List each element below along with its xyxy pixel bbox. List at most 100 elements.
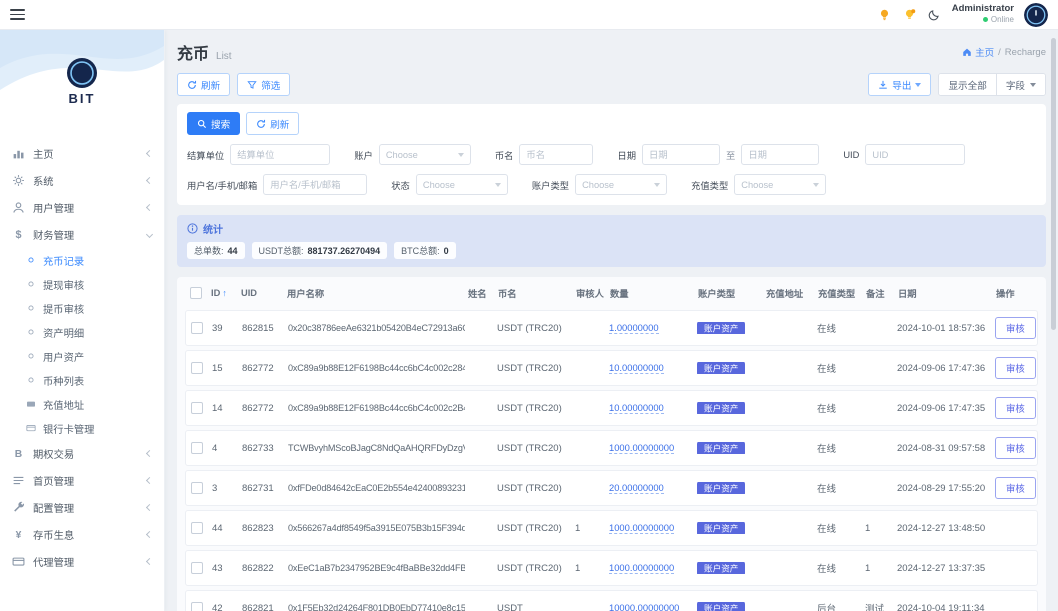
breadcrumb-current: Recharge xyxy=(1004,46,1046,58)
yen-icon: ¥ xyxy=(16,530,22,541)
account-select[interactable]: Choose xyxy=(378,144,471,165)
sidebar-item[interactable]: 用户管理 xyxy=(0,194,164,221)
sidebar-subitem[interactable]: 充值地址 xyxy=(0,392,164,416)
vertical-scrollbar[interactable] xyxy=(1051,38,1056,330)
sidebar-item-label: 系统 xyxy=(33,177,54,188)
cell-coin: USDT (TRC20) xyxy=(497,442,562,454)
sidebar: BIT 主页 系统 用户管理 $ 财务管理 充币记录 提现审核 提币审核 资产明细 用户资产 币种列… xyxy=(0,30,165,611)
sidebar-item[interactable]: 主页 xyxy=(0,140,164,167)
uid-input[interactable] xyxy=(865,144,966,165)
username-input[interactable] xyxy=(263,174,368,195)
sidebar-item[interactable]: 配置管理 xyxy=(0,494,164,521)
avatar[interactable] xyxy=(1024,2,1048,27)
sidebar-item-label: 存币生息 xyxy=(33,531,75,542)
column-header: UID xyxy=(241,287,258,298)
account-type-badge: 账户资产 xyxy=(697,522,746,534)
audit-button[interactable]: 审核 xyxy=(995,317,1036,339)
admin-menu[interactable]: Administrator Online xyxy=(952,4,1014,25)
cell-id: 39 xyxy=(212,322,223,334)
sidebar-subitem[interactable]: 提现审核 xyxy=(0,272,164,296)
sidebar-item[interactable]: 系统 xyxy=(0,167,164,194)
row-checkbox[interactable] xyxy=(191,362,203,374)
amount-link[interactable]: 10000.00000000 xyxy=(609,602,680,611)
account-type-badge: 账户资产 xyxy=(697,482,746,494)
cell-username: 0x20c38786eeAe6321b05420B4eC72913a6C8F7A… xyxy=(288,323,465,333)
account-type-select[interactable]: Choose xyxy=(575,174,668,195)
cell-remark: 测试 xyxy=(865,604,885,611)
breadcrumb-home-link[interactable]: 主页 xyxy=(962,45,994,59)
account-label: 账户 xyxy=(354,150,373,161)
sidebar-item[interactable]: $ 财务管理 xyxy=(0,221,164,248)
coin-input[interactable] xyxy=(519,144,594,165)
select-all-checkbox[interactable] xyxy=(190,286,202,299)
amount-link[interactable]: 1000.00000000 xyxy=(609,522,675,534)
lightbulb-icon[interactable] xyxy=(877,7,892,22)
cell-coin: USDT (TRC20) xyxy=(497,362,562,374)
dark-mode-moon-icon[interactable] xyxy=(927,7,942,22)
amount-link[interactable]: 10.00000000 xyxy=(609,362,664,374)
export-button[interactable]: 导出 xyxy=(868,73,932,96)
cell-coin: USDT (TRC20) xyxy=(497,402,562,414)
status-label: 状态 xyxy=(391,180,410,191)
cell-recharge-type: 在线 xyxy=(817,524,837,535)
audit-button[interactable]: 审核 xyxy=(995,477,1036,499)
amount-link[interactable]: 20.00000000 xyxy=(609,482,664,494)
date-from-input[interactable] xyxy=(642,144,721,165)
row-checkbox[interactable] xyxy=(191,522,203,534)
row-checkbox[interactable] xyxy=(191,322,203,334)
column-header[interactable]: ID ↑ xyxy=(211,288,239,298)
cell-id: 15 xyxy=(212,362,223,374)
fields-button[interactable]: 字段 xyxy=(995,74,1045,95)
search-icon xyxy=(197,119,207,128)
sidebar-subitem[interactable]: 提币审核 xyxy=(0,296,164,320)
status-select[interactable]: Choose xyxy=(415,174,508,195)
sidebar-subitem[interactable]: 资产明细 xyxy=(0,320,164,344)
menu-toggle-icon[interactable] xyxy=(10,9,25,20)
sidebar-item[interactable]: B 期权交易 xyxy=(0,440,164,467)
reset-button[interactable]: 刷新 xyxy=(246,112,300,135)
recharge-type-select[interactable]: Choose xyxy=(734,174,827,195)
search-button[interactable]: 搜索 xyxy=(187,112,241,135)
show-all-button[interactable]: 显示全部 xyxy=(939,74,996,95)
cell-remark: 1 xyxy=(865,562,871,574)
amount-link[interactable]: 1000.00000000 xyxy=(609,442,675,454)
table-row: 39 862815 0x20c38786eeAe6321b05420B4eC7291… xyxy=(185,310,1038,346)
column-header: 充值类型 xyxy=(818,288,856,299)
lightbulb-badge-icon[interactable] xyxy=(902,7,917,22)
amount-link[interactable]: 1.00000000 xyxy=(609,322,659,334)
search-panel: 搜索 刷新 结算单位 账户 Choose xyxy=(177,104,1046,205)
row-checkbox[interactable] xyxy=(191,402,203,414)
refresh-button[interactable]: 刷新 xyxy=(177,73,231,96)
chevron-icon xyxy=(145,476,154,485)
chevron-icon xyxy=(145,230,154,239)
sidebar-item[interactable]: 代理管理 xyxy=(0,548,164,575)
date-to-input[interactable] xyxy=(741,144,820,165)
cell-auditor: 1 xyxy=(575,522,581,534)
sidebar-subitem[interactable]: 币种列表 xyxy=(0,368,164,392)
home-icon xyxy=(963,48,971,56)
circle-icon xyxy=(28,257,34,263)
sidebar-subitem[interactable]: 充币记录 xyxy=(0,248,164,272)
sidebar-item[interactable]: 首页管理 xyxy=(0,467,164,494)
row-checkbox[interactable] xyxy=(191,562,203,574)
audit-button[interactable]: 审核 xyxy=(995,437,1036,459)
filter-button[interactable]: 筛选 xyxy=(237,73,291,96)
cell-recharge-type: 在线 xyxy=(817,364,837,375)
row-checkbox[interactable] xyxy=(191,482,203,494)
sidebar-subitem[interactable]: 银行卡管理 xyxy=(0,416,164,440)
row-checkbox[interactable] xyxy=(191,442,203,454)
wallet-icon xyxy=(27,401,35,407)
amount-link[interactable]: 10.00000000 xyxy=(609,402,664,414)
column-header: 审核人 xyxy=(576,288,604,299)
cell-date: 2024-09-06 17:47:35 xyxy=(897,402,986,414)
audit-button[interactable]: 审核 xyxy=(995,397,1036,419)
sidebar-item[interactable]: ¥ 存币生息 xyxy=(0,521,164,548)
row-checkbox[interactable] xyxy=(191,602,203,611)
user-icon xyxy=(13,202,24,213)
unit-input[interactable] xyxy=(230,144,331,165)
sidebar-subitem[interactable]: 用户资产 xyxy=(0,344,164,368)
sidebar-item-label: 配置管理 xyxy=(33,504,75,515)
breadcrumb: 主页 / Recharge xyxy=(962,45,1046,59)
audit-button[interactable]: 审核 xyxy=(995,357,1036,379)
amount-link[interactable]: 1000.00000000 xyxy=(609,562,675,574)
